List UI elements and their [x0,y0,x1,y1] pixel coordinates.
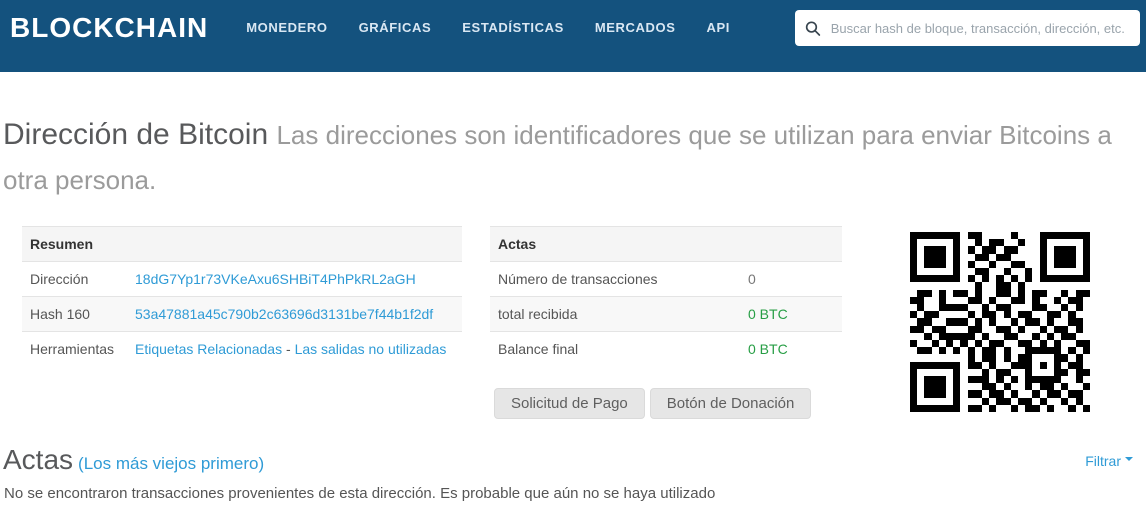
nav-item-mercados[interactable]: MERCADOS [595,10,676,46]
blockchain-logo[interactable]: BLOCKCHAIN [10,10,208,46]
tx-count-value: 0 [748,271,756,287]
search-box [795,10,1140,46]
tools-separator: - [282,341,295,357]
total-received-label: total recibida [498,306,578,322]
table-row: Hash 160 53a47881a45c790b2c63696d3131be7… [22,296,462,332]
qr-code-wrap [910,232,1090,412]
table-row: Número de transacciones 0 [490,262,842,297]
nav-item-api[interactable]: API [707,10,730,46]
transactions-summary-table: Actas Número de transacciones 0 total re… [490,226,842,366]
page-title-text: Dirección de Bitcoin [3,118,269,151]
transactions-section: Actas (Los más viejos primero) Filtrar No… [3,444,1146,502]
address-link[interactable]: 18dG7Yp1r73VKeAxu6SHBiT4PhPkRL2aGH [135,271,416,287]
nav-item-estadisticas[interactable]: ESTADÍSTICAS [462,10,564,46]
unspent-outputs-link[interactable]: Las salidas no utilizadas [295,341,447,357]
filter-dropdown[interactable]: Filtrar [1085,453,1133,469]
page-title: Dirección de Bitcoin Las direcciones son… [3,112,1130,202]
filter-label: Filtrar [1085,453,1121,469]
total-received-value: 0 BTC [748,306,788,322]
final-balance-value: 0 BTC [748,341,788,357]
empty-transactions-message: No se encontraron transacciones provenie… [4,485,716,502]
transactions-heading: Actas [3,444,74,475]
tx-count-label: Número de transacciones [498,271,658,287]
nav-item-graficas[interactable]: GRÁFICAS [359,10,432,46]
donation-button[interactable]: Botón de Donación [649,388,812,419]
chevron-down-icon [1125,457,1133,465]
search-icon [805,20,821,36]
table-row: Balance final 0 BTC [490,332,842,367]
top-navbar: BLOCKCHAIN MONEDERO GRÁFICAS ESTADÍSTICA… [0,0,1146,72]
table-row: Herramientas Etiquetas Relacionadas - La… [22,332,462,367]
summary-table: Resumen Dirección 18dG7Yp1r73VKeAxu6SHBi… [22,226,462,366]
main-content: Dirección de Bitcoin Las direcciones son… [0,112,1146,502]
payment-request-button[interactable]: Solicitud de Pago [494,388,645,419]
main-nav: MONEDERO GRÁFICAS ESTADÍSTICAS MERCADOS … [246,10,730,46]
search-input[interactable] [828,19,1132,37]
tools-label: Herramientas [30,341,115,357]
hash160-label: Hash 160 [30,306,90,322]
transactions-summary-panel: Actas Número de transacciones 0 total re… [490,226,842,419]
related-tags-link[interactable]: Etiquetas Relacionadas [135,341,282,357]
final-balance-label: Balance final [498,341,579,357]
table-row: Dirección 18dG7Yp1r73VKeAxu6SHBiT4PhPkRL… [22,262,462,297]
address-panels: Resumen Dirección 18dG7Yp1r73VKeAxu6SHBi… [22,226,1146,419]
hash160-link[interactable]: 53a47881a45c790b2c63696d3131be7f44b1f2df [135,306,433,322]
oldest-first-link[interactable]: (Los más viejos primero) [78,454,264,473]
action-buttons: Solicitud de Pago Botón de Donación [494,388,842,419]
summary-table-header: Resumen [22,226,462,262]
nav-item-monedero[interactable]: MONEDERO [246,10,327,46]
transactions-table-header: Actas [490,226,842,262]
table-row: total recibida 0 BTC [490,296,842,332]
address-label: Dirección [30,271,89,287]
summary-panel: Resumen Dirección 18dG7Yp1r73VKeAxu6SHBi… [22,226,462,366]
address-qr-code [910,232,1090,412]
